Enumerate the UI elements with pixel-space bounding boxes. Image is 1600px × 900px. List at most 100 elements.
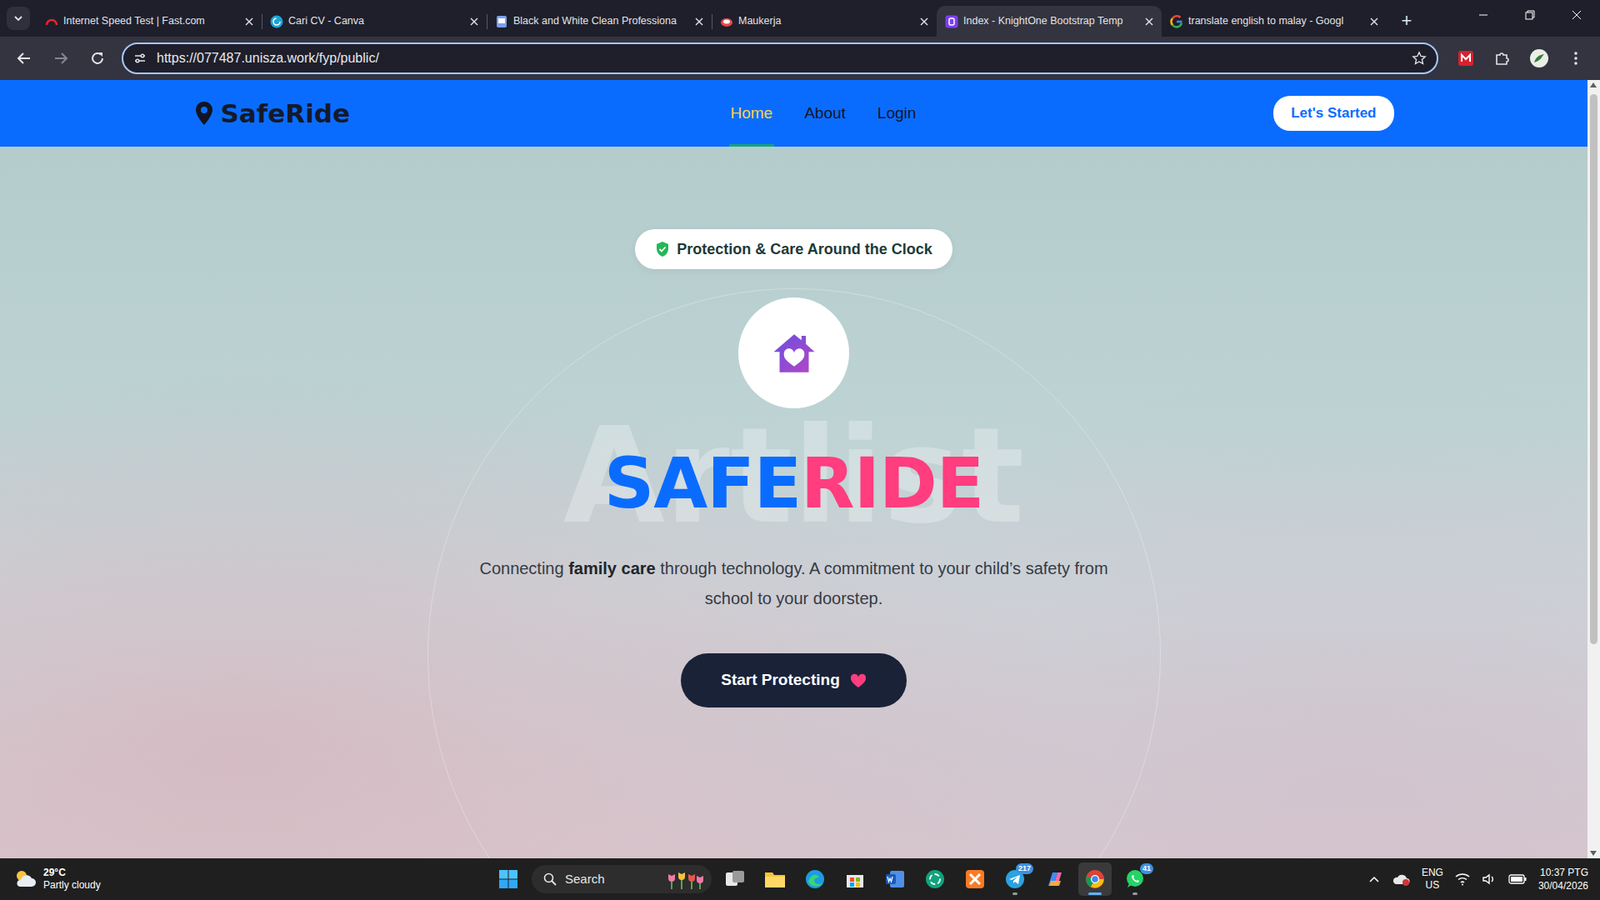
close-tab-icon[interactable] <box>695 17 704 26</box>
weather-widget[interactable]: 29°C Partly cloudy <box>0 866 492 892</box>
scroll-down-icon[interactable] <box>1590 850 1597 856</box>
hero-background-photo: Protection & Care Around the Clock Artli… <box>0 146 1588 859</box>
wifi-icon[interactable] <box>1455 872 1470 886</box>
start-protecting-button[interactable]: Start Protecting <box>680 653 907 708</box>
brand-name[interactable]: SafeRide <box>220 94 350 134</box>
shield-check-icon <box>655 240 670 258</box>
tab-label[interactable]: Cari CV - Canva <box>288 13 465 30</box>
profile-avatar-icon[interactable] <box>1523 42 1555 75</box>
speaker-icon[interactable] <box>1481 872 1497 886</box>
document-icon <box>495 15 509 29</box>
tulips-icon <box>666 869 705 890</box>
task-view-icon[interactable] <box>718 862 752 896</box>
clock-time[interactable]: 10:37 PTG <box>1540 865 1589 880</box>
scroll-up-icon[interactable] <box>1590 82 1597 88</box>
bootstrap-icon <box>945 15 959 29</box>
search-icon <box>543 872 557 886</box>
copilot-icon[interactable] <box>1038 862 1072 896</box>
close-window-icon[interactable] <box>1553 0 1600 30</box>
telegram-icon[interactable]: 217 <box>998 862 1032 896</box>
whatsapp-icon[interactable]: 41 <box>1118 862 1152 896</box>
edge-icon[interactable] <box>798 862 832 896</box>
language-region[interactable]: US <box>1425 879 1440 892</box>
get-started-button[interactable]: Let's Started <box>1273 95 1394 131</box>
running-indicator <box>1088 892 1102 895</box>
browser-tab[interactable]: Maukerja <box>711 5 937 37</box>
house-heart-icon <box>770 330 818 377</box>
back-icon[interactable] <box>8 42 40 75</box>
search-label[interactable]: Search <box>565 870 659 890</box>
taskbar-search[interactable]: Search <box>531 865 712 894</box>
word-icon[interactable] <box>878 862 912 896</box>
bookmark-star-icon[interactable] <box>1411 50 1427 66</box>
browser-tab[interactable]: translate english to malay - Googl <box>1161 5 1387 37</box>
onedrive-icon[interactable] <box>1391 872 1410 886</box>
chevron-up-icon[interactable] <box>1368 875 1380 884</box>
clock-date[interactable]: 30/04/2026 <box>1538 879 1589 893</box>
description-segment: family care <box>568 559 656 578</box>
chevron-down-icon[interactable] <box>6 6 30 30</box>
scrollbar-thumb[interactable] <box>1590 94 1598 645</box>
reload-icon[interactable] <box>81 42 114 75</box>
forward-icon[interactable] <box>45 42 77 75</box>
store-icon[interactable] <box>838 862 872 896</box>
nav-link[interactable]: Home <box>729 80 775 147</box>
site-navbar: SafeRide Home About Login Let's Started <box>0 80 1588 147</box>
close-tab-icon[interactable] <box>1145 17 1154 26</box>
extension-icon[interactable] <box>1450 42 1482 75</box>
hero-badge: Protection & Care Around the Clock <box>635 229 952 270</box>
notification-badge: 217 <box>1015 863 1034 875</box>
tab-list: Internet Speed Test | Fast.com Cari CV - … <box>36 0 1387 37</box>
tab-label[interactable]: Black and White Clean Professiona <box>513 13 690 30</box>
new-tab-button[interactable]: + <box>1391 5 1422 35</box>
browser-tab[interactable]: Black and White Clean Professiona <box>486 5 712 37</box>
close-tab-icon[interactable] <box>920 17 929 26</box>
nav-menu: Home About Login <box>729 80 919 147</box>
close-tab-icon[interactable] <box>470 17 479 26</box>
pinned-apps: 217 41 <box>718 862 1152 896</box>
hero-icon-circle <box>738 297 850 409</box>
brand[interactable]: SafeRide <box>194 94 730 134</box>
browser-tab[interactable]: Cari CV - Canva <box>261 5 487 37</box>
chrome-icon[interactable] <box>1078 862 1112 896</box>
language-code[interactable]: ENG <box>1421 866 1444 880</box>
window-controls <box>1460 0 1600 37</box>
weather-condition[interactable]: Partly cloudy <box>43 879 101 892</box>
menu-icon[interactable] <box>1560 42 1592 75</box>
hero-title-area: Artlist SAFERIDE <box>544 433 1045 534</box>
extensions-puzzle-icon[interactable] <box>1486 42 1519 75</box>
running-indicator <box>1132 892 1138 895</box>
running-indicator <box>1012 892 1018 895</box>
site-settings-icon[interactable] <box>133 51 147 65</box>
nav-link[interactable]: About <box>802 80 848 147</box>
clock[interactable]: 10:37 PTG 30/04/2026 <box>1538 865 1589 893</box>
input-language[interactable]: ENG US <box>1421 866 1444 892</box>
tab-search[interactable] <box>0 0 37 37</box>
page-scrollbar[interactable] <box>1587 80 1600 859</box>
close-tab-icon[interactable] <box>245 17 254 26</box>
location-pin-icon <box>194 100 215 126</box>
hero-description: Connecting family care through technolog… <box>477 553 1111 614</box>
tab-label[interactable]: Maukerja <box>738 13 915 30</box>
file-explorer-icon[interactable] <box>758 862 792 896</box>
close-tab-icon[interactable] <box>1370 17 1379 26</box>
address-bar[interactable]: https://077487.unisza.work/fyp/public/ <box>121 42 1439 75</box>
tab-label[interactable]: Internet Speed Test | Fast.com <box>63 13 240 30</box>
browser-tab[interactable]: Index - KnightOne Bootstrap Temp <box>936 5 1162 37</box>
hero-title: SAFERIDE <box>604 448 984 519</box>
browser-tab[interactable]: Internet Speed Test | Fast.com <box>36 5 262 37</box>
button-label[interactable]: Start Protecting <box>720 668 840 693</box>
xampp-icon[interactable] <box>958 862 992 896</box>
start-icon[interactable] <box>491 862 525 896</box>
tab-label[interactable]: Index - KnightOne Bootstrap Temp <box>963 13 1140 30</box>
chatgpt-icon[interactable] <box>918 862 952 896</box>
address-text[interactable]: https://077487.unisza.work/fyp/public/ <box>156 48 1402 69</box>
tab-label[interactable]: translate english to malay - Googl <box>1188 13 1365 30</box>
minimize-icon[interactable] <box>1460 0 1507 30</box>
badge-text: Protection & Care Around the Clock <box>676 238 932 261</box>
battery-icon[interactable] <box>1508 873 1527 885</box>
description-segment: Connecting <box>479 559 569 578</box>
nav-link[interactable]: Login <box>875 80 919 147</box>
restore-icon[interactable] <box>1506 0 1554 30</box>
temperature[interactable]: 29°C <box>43 866 101 880</box>
